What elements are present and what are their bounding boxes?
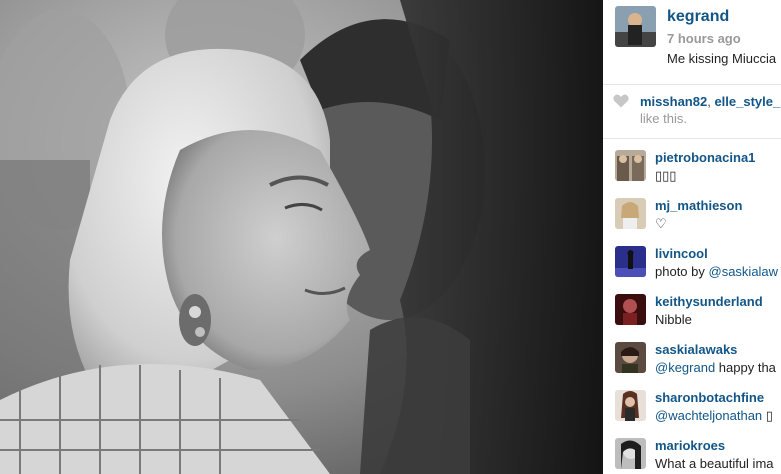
divider — [603, 138, 781, 139]
post-caption: Me kissing Miuccia — [667, 51, 777, 66]
like-user-link[interactable]: misshan82 — [640, 94, 707, 109]
comment-list: pietrobonacina1 ▯▯▯ mj_mathieson ♡ livin… — [603, 148, 781, 474]
comment-username[interactable]: livincool — [655, 246, 708, 261]
comment-text: @wachteljonathan ▯ — [655, 408, 773, 424]
commenter-avatar-image — [615, 246, 646, 277]
heart-icon[interactable] — [613, 94, 629, 108]
comment-item: mj_mathieson ♡ — [603, 196, 781, 244]
comment-username[interactable]: keithysunderland — [655, 294, 763, 309]
commenter-avatar-image — [615, 342, 646, 373]
comment-item: saskialawaks @kegrand happy tha — [603, 340, 781, 388]
comment-item: pietrobonacina1 ▯▯▯ — [603, 148, 781, 196]
likes-suffix: like this. — [640, 111, 687, 126]
comment-username[interactable]: pietrobonacina1 — [655, 150, 755, 165]
likes-users: misshan82, elle_style_ — [640, 94, 780, 109]
comment-text: @kegrand happy tha — [655, 360, 776, 375]
commenter-avatar[interactable] — [615, 246, 646, 277]
comment-text-suffix: happy tha — [715, 360, 776, 375]
comment-item: mariokroes What a beautiful ima — [603, 436, 781, 474]
comment-text-suffix: ▯ — [762, 408, 773, 423]
comment-username[interactable]: sharonbotachfine — [655, 390, 764, 405]
post-owner: kegrand 7 hours ago Me kissing Miuccia — [603, 0, 781, 80]
comment-text: Nibble — [655, 312, 692, 327]
commenter-avatar[interactable] — [615, 150, 646, 181]
commenter-avatar[interactable] — [615, 294, 646, 325]
post-timestamp: 7 hours ago — [667, 31, 741, 46]
photo-image — [0, 0, 603, 474]
comment-item: keithysunderland Nibble — [603, 292, 781, 340]
comment-text: What a beautiful ima — [655, 456, 774, 471]
commenter-avatar-image — [615, 294, 646, 325]
like-user-link[interactable]: elle_style_ — [714, 94, 780, 109]
commenter-avatar-image — [615, 390, 646, 421]
likes-section: misshan82, elle_style_ like this. — [603, 89, 781, 135]
post-sidebar: kegrand 7 hours ago Me kissing Miuccia m… — [603, 0, 781, 474]
comment-text: ♡ — [655, 216, 667, 231]
comment-username[interactable]: saskialawaks — [655, 342, 737, 357]
comment-item: livincool photo by @saskialaw — [603, 244, 781, 292]
commenter-avatar[interactable] — [615, 198, 646, 229]
owner-avatar[interactable] — [615, 6, 656, 47]
divider — [603, 84, 781, 85]
comment-text: ▯▯▯ — [655, 168, 677, 183]
comment-username[interactable]: mariokroes — [655, 438, 725, 453]
comment-mention[interactable]: @kegrand — [655, 360, 715, 375]
comment-text: photo by @saskialaw — [655, 264, 778, 279]
owner-username[interactable]: kegrand — [667, 8, 729, 26]
commenter-avatar[interactable] — [615, 390, 646, 421]
commenter-avatar[interactable] — [615, 438, 646, 469]
post-photo[interactable] — [0, 0, 603, 474]
commenter-avatar-image — [615, 438, 646, 469]
comment-text-prefix: photo by — [655, 264, 709, 279]
commenter-avatar[interactable] — [615, 342, 646, 373]
owner-avatar-image — [615, 6, 656, 47]
comment-username[interactable]: mj_mathieson — [655, 198, 742, 213]
commenter-avatar-image — [615, 150, 646, 181]
comment-item: sharonbotachfine @wachteljonathan ▯ — [603, 388, 781, 436]
commenter-avatar-image — [615, 198, 646, 229]
comment-mention[interactable]: @saskialaw — [709, 264, 779, 279]
comment-mention[interactable]: @wachteljonathan — [655, 408, 762, 423]
